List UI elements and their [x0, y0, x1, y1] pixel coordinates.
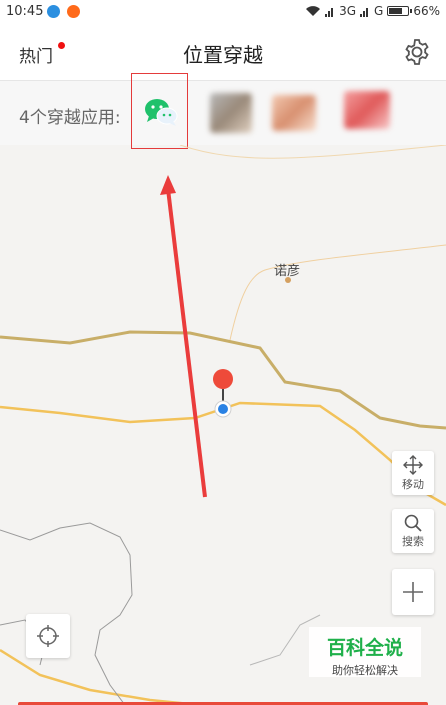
blurred-app-icon[interactable] — [210, 93, 252, 133]
watermark-title: 百科全说 — [326, 637, 403, 659]
blurred-app-icon[interactable] — [272, 95, 316, 131]
watermark: 百科全说 助你轻松解决 — [309, 627, 421, 677]
signal-icon — [325, 6, 335, 17]
battery-percent: 66% — [413, 4, 440, 18]
search-button[interactable]: 搜索 — [392, 509, 434, 553]
network-type: 3G — [339, 4, 357, 18]
signal-icon — [360, 6, 370, 17]
network-type-2: G — [374, 4, 384, 18]
status-indicators: 3G G 66% — [305, 4, 440, 18]
place-marker — [285, 277, 291, 283]
wechat-icon[interactable] — [143, 96, 179, 128]
blurred-app-icon[interactable] — [344, 91, 390, 129]
move-label: 移动 — [402, 478, 424, 491]
search-label: 搜索 — [402, 535, 424, 548]
gear-icon — [405, 39, 429, 65]
page-title: 位置穿越 — [183, 43, 263, 67]
notification-app-icon — [47, 5, 60, 18]
settings-button[interactable] — [402, 37, 432, 67]
crosshair-icon — [37, 625, 59, 647]
app-count-label: 4个穿越应用: — [19, 108, 121, 128]
status-time: 10:45 — [6, 4, 44, 19]
wifi-icon — [305, 5, 321, 17]
move-icon — [403, 455, 423, 475]
notification-app-icon — [67, 5, 80, 18]
search-icon — [404, 514, 422, 532]
title-bar: 热门 位置穿越 — [0, 24, 446, 81]
plus-icon — [403, 582, 423, 602]
watermark-subtitle: 助你轻松解决 — [332, 664, 398, 677]
move-button[interactable]: 移动 — [392, 451, 434, 495]
map-view[interactable]: 诺彦 移动 搜索 百科全说 助你轻松解决 — [0, 145, 446, 705]
battery-icon — [387, 6, 413, 16]
locate-button[interactable] — [26, 614, 70, 658]
app-strip: 4个穿越应用: — [0, 73, 446, 149]
status-bar: 10:45 3G G 66% — [0, 0, 446, 24]
zoom-in-button[interactable] — [392, 569, 434, 615]
